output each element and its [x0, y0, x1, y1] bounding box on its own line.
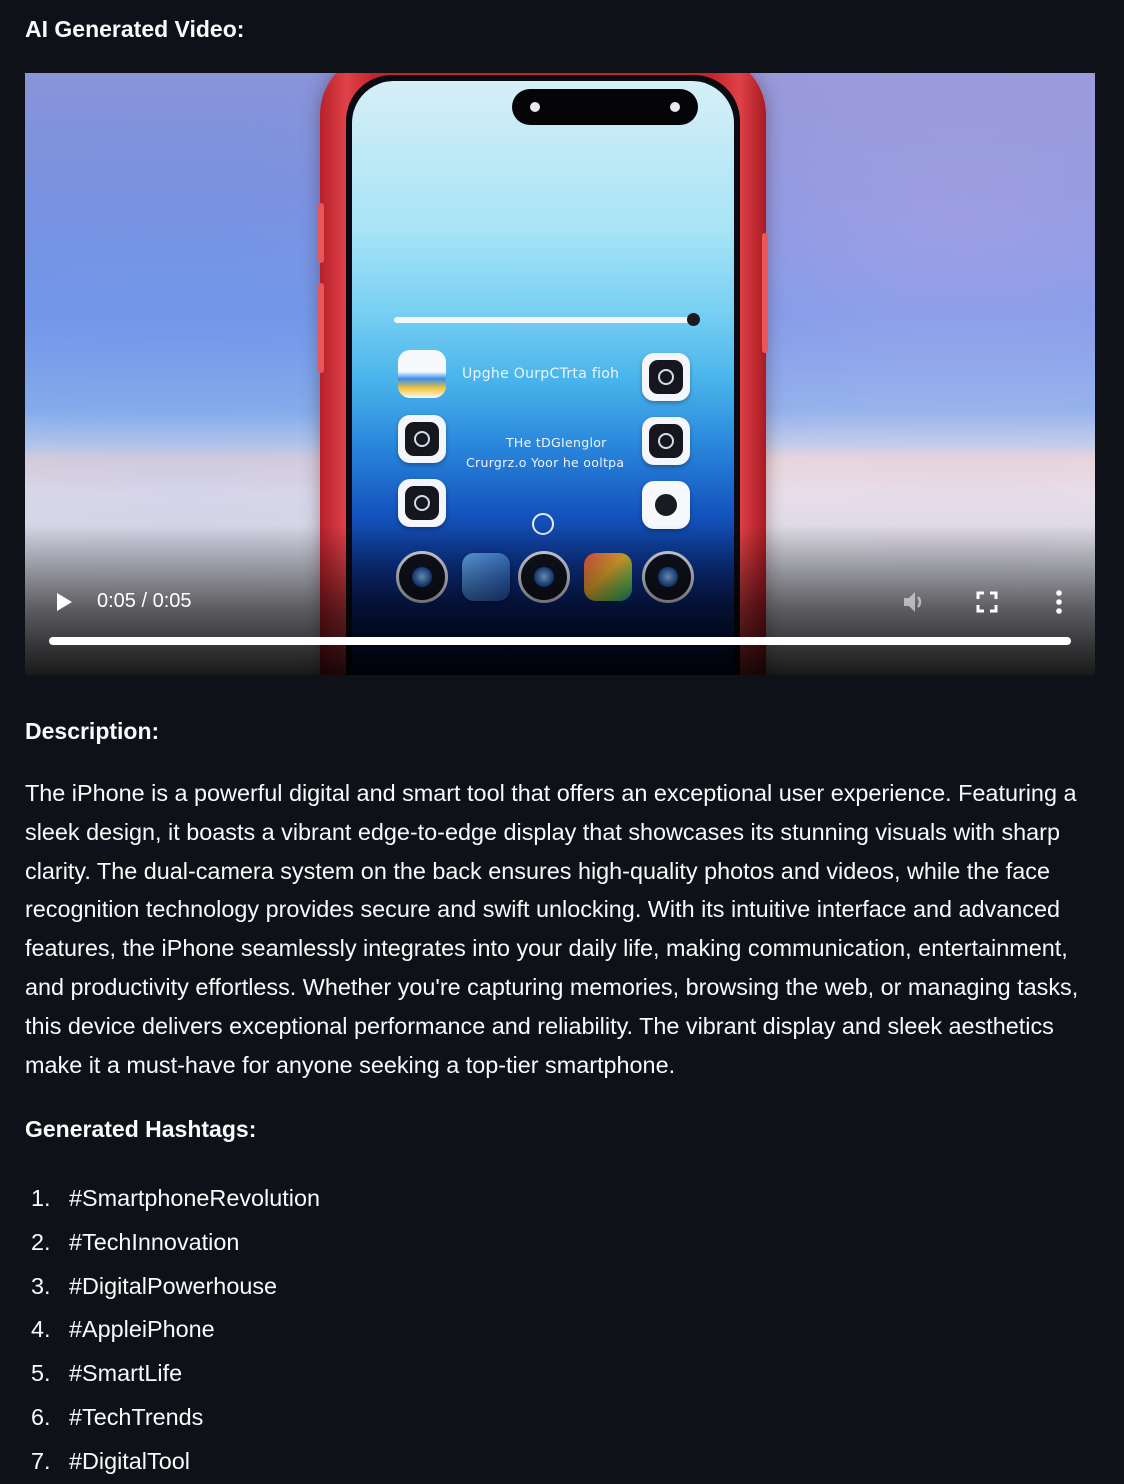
fullscreen-icon[interactable] [976, 591, 998, 613]
phone-side-button [318, 283, 324, 373]
list-item-number: 5. [31, 1360, 51, 1387]
phone-notch [512, 89, 698, 125]
hashtag-text: #AppleiPhone [69, 1316, 215, 1343]
video-progress-bar[interactable] [49, 637, 1071, 645]
list-item-number: 1. [31, 1185, 51, 1211]
video-heading: AI Generated Video: [25, 16, 245, 42]
camera-lens-icon [530, 102, 540, 112]
app-icon [398, 350, 446, 398]
app-icon [642, 481, 690, 529]
hashtag-text: #TechInnovation [69, 1228, 240, 1255]
description-heading: Description: [25, 718, 160, 744]
list-item-number: 6. [31, 1403, 51, 1430]
video-player[interactable]: Upghe OurpCTrta fioh THe tDGIenglor Crur… [25, 73, 1095, 675]
app-icon [642, 353, 690, 401]
app-icon [642, 417, 690, 465]
hashtags-heading: Generated Hashtags: [25, 1116, 257, 1142]
hashtag-text: #DigitalPowerhouse [69, 1272, 278, 1299]
volume-icon[interactable] [901, 589, 927, 615]
hashtag-text: #DigitalTool [69, 1447, 190, 1474]
hashtag-text: #SmartLife [69, 1360, 183, 1387]
phone-side-button [762, 233, 768, 353]
app-icon [398, 415, 446, 463]
app-icon [398, 479, 446, 527]
list-item-number: 3. [31, 1272, 51, 1299]
screen-text: Crurgrz.o Yoor he ooltpa [466, 455, 625, 470]
description-text: The iPhone is a powerful digital and sma… [25, 780, 1079, 1078]
video-time-display: 0:05 / 0:05 [97, 590, 192, 612]
more-vert-icon[interactable] [1049, 588, 1069, 616]
screen-slider-knob [687, 313, 700, 326]
play-icon[interactable] [55, 592, 75, 612]
screen-slider [394, 313, 700, 326]
phone-side-button [318, 203, 324, 263]
hashtag-text: #SmartphoneRevolution [69, 1185, 320, 1211]
list-item-number: 4. [31, 1316, 51, 1343]
list-item-number: 2. [31, 1228, 51, 1255]
screen-text: Upghe OurpCTrta fioh [462, 366, 620, 382]
hashtag-text: #TechTrends [69, 1403, 204, 1430]
screen-text: THe tDGIenglor [506, 435, 607, 450]
list-item-number: 7. [31, 1447, 51, 1474]
camera-lens-icon [670, 102, 680, 112]
